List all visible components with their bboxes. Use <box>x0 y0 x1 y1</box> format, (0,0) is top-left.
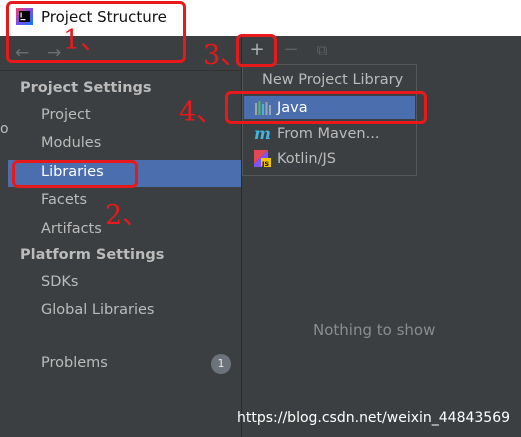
svg-text:m: m <box>254 125 271 142</box>
sidebar-item-global-libraries[interactable]: Global Libraries <box>41 302 155 318</box>
sidebar-item-project[interactable]: Project <box>41 107 91 123</box>
sidebar-item-problems[interactable]: Problems <box>41 355 108 371</box>
sidebar-item-modules[interactable]: Modules <box>41 135 101 151</box>
watermark-text: https://blog.csdn.net/weixin_44843569 <box>237 410 511 426</box>
maven-icon: m <box>254 125 271 142</box>
sidebar-item-sdks[interactable]: SDKs <box>41 274 78 290</box>
popup-item-from-maven[interactable]: From Maven... <box>277 126 379 142</box>
empty-state-text: Nothing to show <box>313 321 436 339</box>
popup-title: New Project Library <box>262 72 404 88</box>
annotation-box-libraries <box>12 160 138 188</box>
annotation-step-3: 3、 <box>203 40 248 71</box>
svg-text:JS: JS <box>261 160 269 167</box>
sidebar-item-facets[interactable]: Facets <box>41 192 87 208</box>
popup-item-kotlin-js[interactable]: Kotlin/JS <box>277 151 336 167</box>
clipped-edge-text: o <box>0 121 9 137</box>
problems-count-badge: 1 <box>211 354 231 374</box>
copy-icon[interactable]: ⧉ <box>312 40 332 60</box>
annotation-step-4: 4、 <box>179 97 224 128</box>
kotlin-js-icon: JS <box>254 150 271 167</box>
annotation-step-1: 1、 <box>63 25 108 56</box>
section-heading-platform-settings: Platform Settings <box>20 247 165 263</box>
remove-library-button[interactable]: − <box>281 40 301 60</box>
annotation-box-java <box>225 91 427 124</box>
annotation-step-2: 2、 <box>105 200 150 231</box>
sidebar-item-artifacts[interactable]: Artifacts <box>41 221 102 237</box>
section-heading-project-settings: Project Settings <box>20 80 152 96</box>
